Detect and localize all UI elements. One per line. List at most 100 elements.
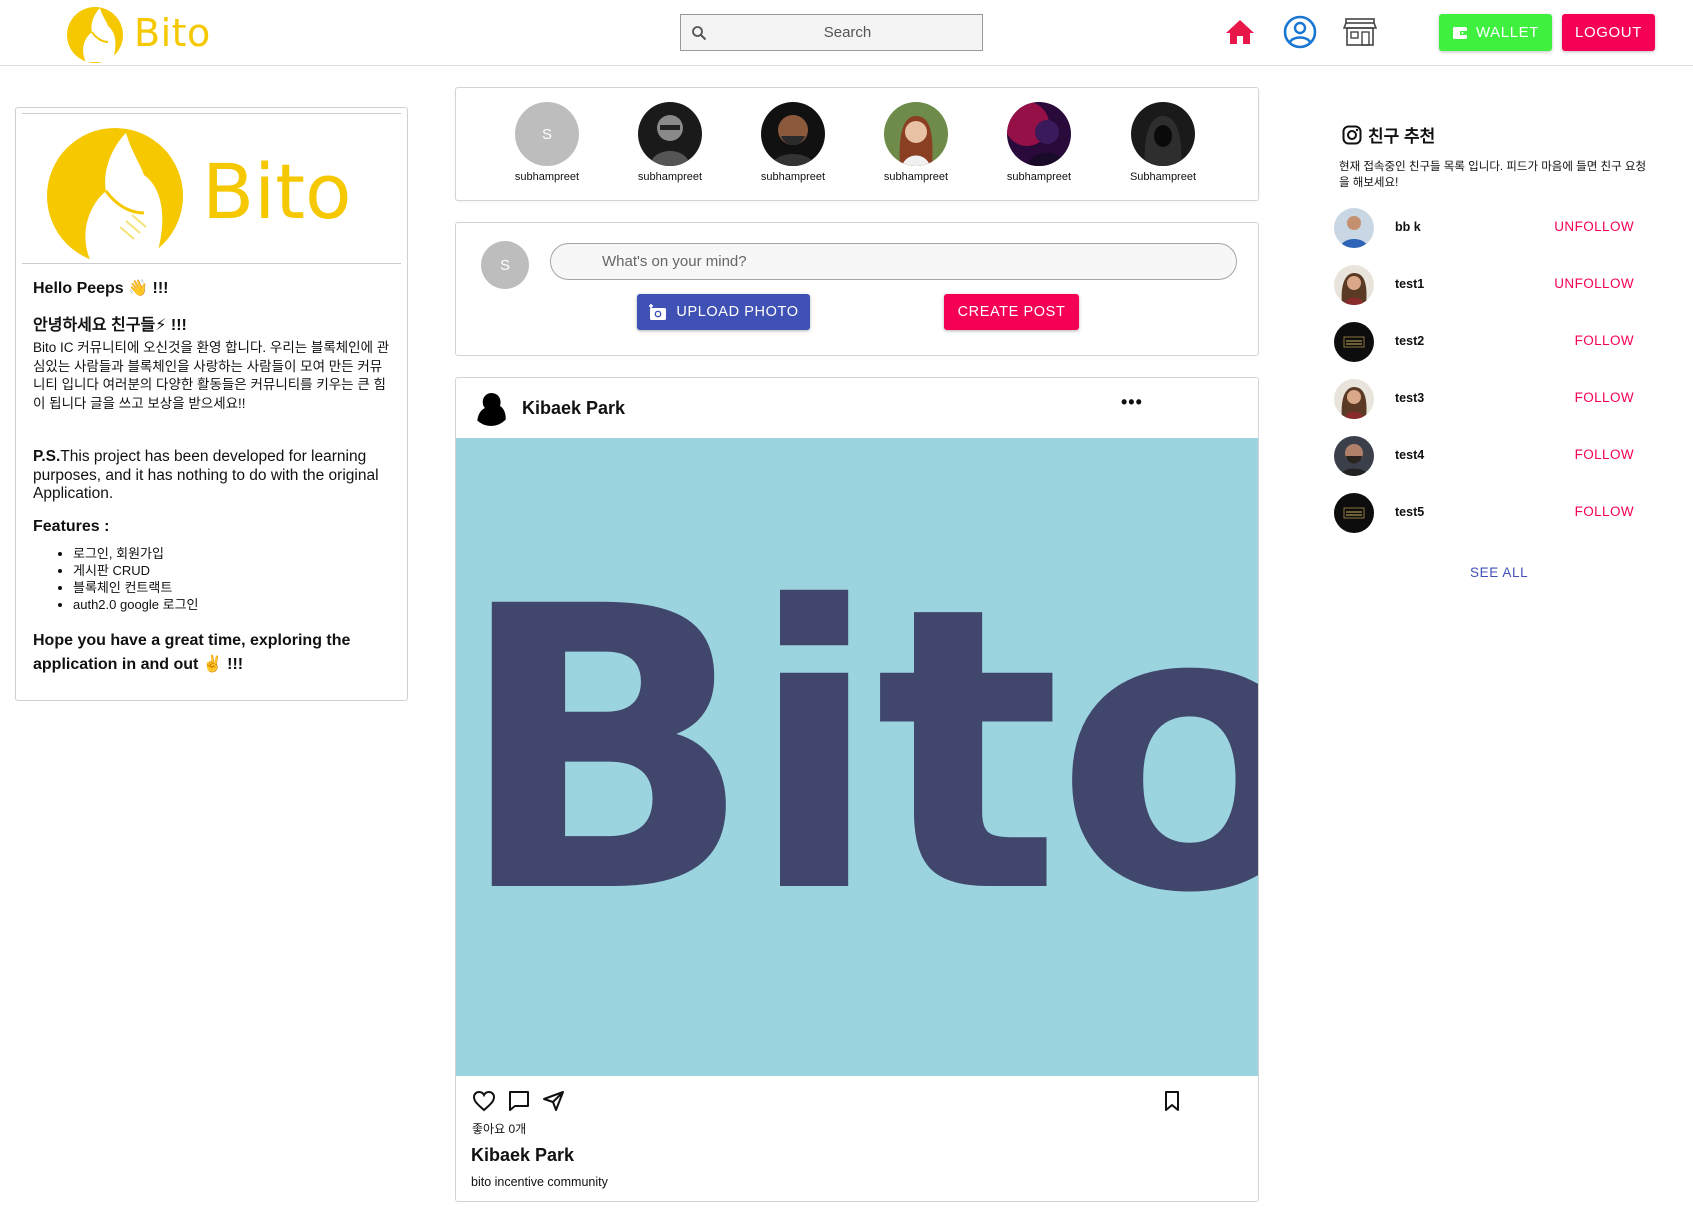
more-options-icon[interactable]: •••	[1121, 392, 1143, 413]
bookmark-button[interactable]	[1159, 1088, 1185, 1114]
account-circle-icon	[1283, 15, 1317, 49]
store-nav-button[interactable]	[1342, 14, 1378, 50]
story-avatar	[884, 102, 948, 166]
follow-button[interactable]: FOLLOW	[1575, 390, 1634, 405]
user-name[interactable]: test2	[1395, 334, 1424, 348]
user-avatar[interactable]	[1334, 265, 1374, 305]
story-item[interactable]: subhampreet	[994, 102, 1084, 183]
welcome-text: Bito IC 커뮤니티에 오신것을 환영 합니다. 우리는 블록체인에 관심있…	[33, 340, 390, 411]
suggestion-row: bb k UNFOLLOW	[1334, 206, 1634, 250]
cat-logo-icon	[47, 128, 183, 261]
caption-author[interactable]: Kibaek Park	[471, 1145, 574, 1166]
greeting-korean: 안녕하세요 친구들⚡ !!!	[33, 317, 187, 334]
comment-icon	[509, 1091, 529, 1111]
send-icon	[543, 1091, 564, 1111]
story-avatar	[761, 102, 825, 166]
brand-logo[interactable]: Bito	[62, 2, 211, 64]
heart-icon	[472, 1090, 496, 1112]
bookmark-icon	[1165, 1091, 1179, 1111]
upload-label: UPLOAD PHOTO	[676, 304, 799, 320]
upload-photo-button[interactable]: UPLOAD PHOTO	[637, 294, 810, 330]
story-item[interactable]: subhampreet	[625, 102, 715, 183]
wallet-button[interactable]: WALLET	[1439, 14, 1552, 51]
user-avatar[interactable]	[1334, 493, 1374, 533]
story-avatar	[1131, 102, 1195, 166]
story-avatar	[638, 102, 702, 166]
user-avatar[interactable]	[1334, 379, 1374, 419]
features-list: 로그인, 회원가입 게시판 CRUD 블록체인 컨트랙트 auth2.0 goo…	[73, 545, 393, 613]
suggestions-title: 친구 추천	[1342, 122, 1435, 147]
store-icon	[1343, 18, 1377, 46]
divider	[22, 113, 401, 114]
story-name: subhampreet	[637, 171, 703, 183]
ps-label: P.S.	[33, 448, 61, 465]
composer-avatar: S	[481, 241, 529, 289]
user-name[interactable]: test1	[1395, 277, 1424, 291]
post-text-input[interactable]	[550, 243, 1237, 280]
comment-button[interactable]	[506, 1088, 532, 1114]
post-actions	[471, 1088, 567, 1114]
intro-logo: Bito	[40, 121, 380, 261]
post-author-name[interactable]: Kibaek Park	[522, 398, 625, 419]
features-title: Features :	[33, 518, 110, 535]
home-nav-button[interactable]	[1222, 14, 1258, 50]
post-composer: S UPLOAD PHOTO CREATE POST	[455, 222, 1259, 356]
story-name: Subhampreet	[1129, 171, 1197, 183]
instagram-icon	[1342, 125, 1362, 144]
feature-item: auth2.0 google 로그인	[73, 596, 393, 613]
suggestion-row: test5 FOLLOW	[1334, 491, 1634, 535]
stories-bar: S subhampreet subhampreet subhampreet su…	[455, 87, 1259, 201]
suggestion-row: test2 FOLLOW	[1334, 320, 1634, 364]
closing-text: Hope you have a great time, exploring th…	[33, 632, 351, 673]
feature-item: 블록체인 컨트랙트	[73, 579, 393, 596]
like-button[interactable]	[471, 1088, 497, 1114]
user-avatar[interactable]	[1334, 322, 1374, 362]
profile-nav-button[interactable]	[1282, 14, 1318, 50]
user-name[interactable]: test5	[1395, 505, 1424, 519]
unfollow-button[interactable]: UNFOLLOW	[1554, 276, 1634, 291]
greeting-english: Hello Peeps 👋 !!!	[33, 280, 169, 297]
follow-button[interactable]: FOLLOW	[1575, 504, 1634, 519]
cat-logo-icon	[67, 7, 123, 63]
post-image[interactable]: Bito	[456, 438, 1258, 1076]
divider	[22, 263, 401, 264]
story-name: subhampreet	[1006, 171, 1072, 183]
story-item[interactable]: Subhampreet	[1118, 102, 1208, 183]
story-item[interactable]: subhampreet	[748, 102, 838, 183]
post-image-text: Bito	[456, 524, 1258, 978]
intro-brand-name: Bito	[202, 146, 352, 236]
user-name[interactable]: test3	[1395, 391, 1424, 405]
home-icon	[1226, 20, 1254, 44]
follow-button[interactable]: FOLLOW	[1575, 447, 1634, 462]
share-button[interactable]	[541, 1088, 567, 1114]
wallet-icon	[1452, 26, 1468, 39]
user-avatar[interactable]	[1334, 436, 1374, 476]
feature-item: 게시판 CRUD	[73, 562, 393, 579]
post-author-avatar[interactable]	[471, 386, 511, 426]
see-all-link[interactable]: SEE ALL	[1470, 565, 1528, 580]
suggestion-row: test3 FOLLOW	[1334, 377, 1634, 421]
search-input[interactable]	[715, 15, 980, 50]
story-item[interactable]: subhampreet	[871, 102, 961, 183]
create-post-button[interactable]: CREATE POST	[944, 294, 1079, 330]
intro-card: Bito Hello Peeps 👋 !!! 안녕하세요 친구들⚡ !!! Bi…	[15, 107, 408, 701]
user-name[interactable]: bb k	[1395, 220, 1421, 234]
logout-button[interactable]: LOGOUT	[1562, 14, 1655, 51]
story-name: subhampreet	[883, 171, 949, 183]
feature-item: 로그인, 회원가입	[73, 545, 393, 562]
ps-text: This project has been developed for lear…	[33, 448, 379, 502]
story-name: subhampreet	[514, 171, 580, 183]
follow-button[interactable]: FOLLOW	[1575, 333, 1634, 348]
user-name[interactable]: test4	[1395, 448, 1424, 462]
suggestion-row: test4 FOLLOW	[1334, 434, 1634, 478]
post-caption: bito incentive community	[471, 1175, 608, 1189]
user-avatar[interactable]	[1334, 208, 1374, 248]
story-item[interactable]: S subhampreet	[502, 102, 592, 183]
suggestion-row: test1 UNFOLLOW	[1334, 263, 1634, 307]
feed-post: Kibaek Park ••• Bito 좋아요 0개 Kibaek Park …	[455, 377, 1259, 1202]
top-navbar: Bito WALLE	[0, 0, 1693, 66]
brand-name: Bito	[134, 11, 211, 55]
ps-note: P.S.This project has been developed for …	[33, 448, 393, 504]
search-box[interactable]	[680, 14, 983, 51]
unfollow-button[interactable]: UNFOLLOW	[1554, 219, 1634, 234]
